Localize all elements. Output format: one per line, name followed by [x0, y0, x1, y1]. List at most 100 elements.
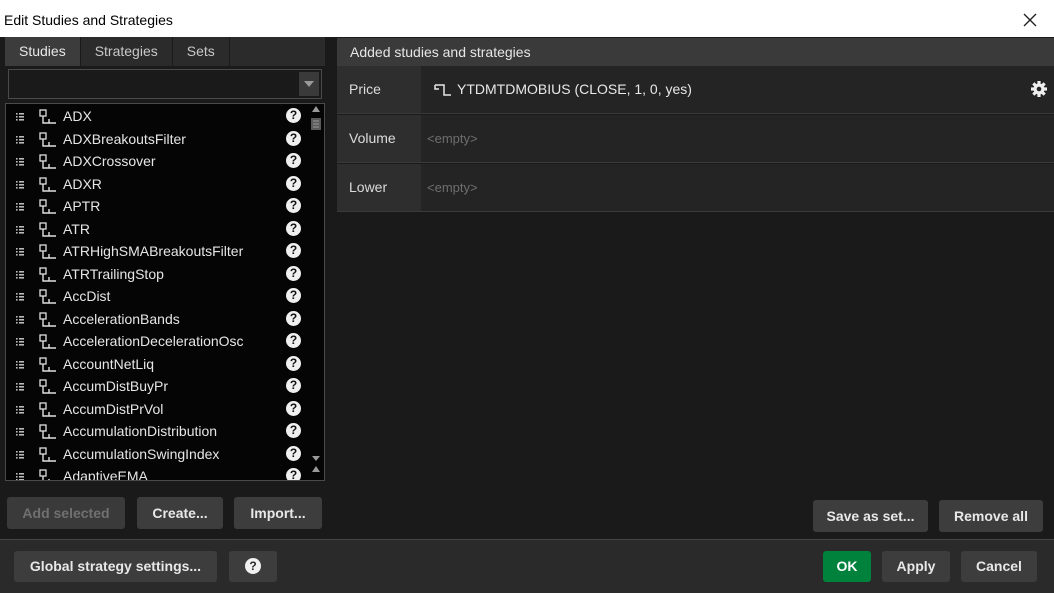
- list-item[interactable]: APTR?: [6, 196, 306, 219]
- save-as-set-button[interactable]: Save as set...: [813, 500, 928, 532]
- drag-handle-icon[interactable]: [16, 293, 24, 301]
- study-name: AccelerationBands: [63, 310, 180, 327]
- drag-handle-icon[interactable]: [16, 383, 24, 391]
- study-script-icon: [39, 379, 56, 394]
- study-script-icon: [39, 289, 56, 304]
- help-button[interactable]: ?: [229, 551, 277, 582]
- global-strategy-settings-button[interactable]: Global strategy settings...: [14, 551, 217, 582]
- question-icon[interactable]: ?: [286, 468, 301, 480]
- studies-panel: Studies Strategies Sets ADX ? ADXBreakou…: [5, 37, 325, 481]
- question-icon[interactable]: ?: [286, 198, 301, 213]
- study-script-icon: [39, 356, 56, 372]
- list-scrollbar[interactable]: [308, 104, 324, 480]
- add-selected-button[interactable]: Add selected: [7, 497, 125, 529]
- list-item[interactable]: AccDist?: [6, 286, 306, 309]
- list-item[interactable]: AccumDistBuyPr?: [6, 376, 306, 399]
- study-name: ATR: [63, 220, 90, 237]
- drag-handle-icon[interactable]: [16, 360, 24, 369]
- ok-button[interactable]: OK: [823, 551, 871, 582]
- question-icon[interactable]: ?: [286, 378, 301, 393]
- list-item[interactable]: AccountNetLiq?: [6, 354, 306, 377]
- study-script-icon: [39, 446, 56, 462]
- drag-handle-icon[interactable]: [16, 135, 24, 144]
- question-icon[interactable]: ?: [286, 288, 301, 303]
- list-item[interactable]: AdaptiveEMA?: [6, 466, 306, 481]
- tab-studies[interactable]: Studies: [5, 37, 81, 66]
- tab-bar: Studies Strategies Sets: [5, 37, 325, 66]
- list-item[interactable]: AccelerationBands?: [6, 309, 306, 332]
- close-icon[interactable]: [1012, 4, 1048, 36]
- list-item[interactable]: ADXR?: [6, 174, 306, 197]
- list-item[interactable]: AccumulationSwingIndex?: [6, 444, 306, 467]
- study-script-icon: [39, 401, 56, 417]
- list-item[interactable]: AccumDistPrVol?: [6, 399, 306, 422]
- cancel-button[interactable]: Cancel: [961, 551, 1037, 582]
- question-icon[interactable]: ?: [286, 220, 301, 236]
- list-item[interactable]: ATRTrailingStop?: [6, 264, 306, 287]
- drag-handle-icon[interactable]: [16, 158, 24, 166]
- pane-label-lower: Lower: [337, 164, 421, 211]
- study-list[interactable]: ADX? ADXBreakoutsFilter? ADXCrossover? ADXR…: [5, 103, 325, 481]
- gear-icon[interactable]: [1030, 80, 1048, 98]
- import-button[interactable]: Import...: [234, 497, 322, 529]
- list-item[interactable]: ATR?: [6, 219, 306, 242]
- drag-handle-icon[interactable]: [16, 405, 24, 414]
- tab-sets[interactable]: Sets: [173, 37, 230, 66]
- title-bar: Edit Studies and Strategies: [0, 0, 1054, 40]
- drag-handle-icon[interactable]: [16, 270, 24, 279]
- study-script-icon: [39, 199, 56, 214]
- study-script-icon: [39, 109, 56, 124]
- study-name: AccountNetLiq: [63, 355, 155, 372]
- chevron-down-icon[interactable]: [299, 72, 319, 96]
- question-icon[interactable]: ?: [286, 310, 301, 326]
- drag-handle-icon[interactable]: [16, 113, 24, 121]
- list-item[interactable]: AccumulationDistribution?: [6, 421, 306, 444]
- list-item[interactable]: AccelerationDecelerationOsc?: [6, 331, 306, 354]
- drag-handle-icon[interactable]: [16, 203, 24, 211]
- list-item[interactable]: ATRHighSMABreakoutsFilter?: [6, 241, 306, 264]
- create-button[interactable]: Create...: [137, 497, 223, 529]
- question-icon[interactable]: ?: [286, 153, 301, 168]
- volume-pane[interactable]: Volume <empty>: [337, 115, 1054, 163]
- study-script-icon: [39, 469, 50, 480]
- drag-handle-icon[interactable]: [16, 473, 24, 481]
- question-icon[interactable]: ?: [286, 355, 301, 371]
- study-name: AccelerationDecelerationOsc: [63, 333, 244, 349]
- added-study-item[interactable]: YTDMTDMOBIUS (CLOSE, 1, 0, yes): [433, 66, 692, 113]
- drag-handle-icon[interactable]: [16, 338, 24, 346]
- question-icon[interactable]: ?: [286, 423, 301, 438]
- added-study-label: YTDMTDMOBIUS (CLOSE, 1, 0, yes): [457, 81, 692, 97]
- question-icon[interactable]: ?: [286, 130, 301, 146]
- list-item[interactable]: ADX?: [6, 106, 306, 129]
- drag-handle-icon[interactable]: [16, 428, 24, 436]
- study-script-icon: [39, 334, 56, 349]
- pane-label-volume: Volume: [337, 115, 421, 162]
- question-icon[interactable]: ?: [286, 445, 301, 461]
- drag-handle-icon[interactable]: [16, 450, 24, 459]
- list-item[interactable]: ADXBreakoutsFilter?: [6, 129, 306, 152]
- apply-button[interactable]: Apply: [882, 551, 950, 582]
- study-name: AdaptiveEMA: [63, 468, 148, 481]
- question-icon[interactable]: ?: [286, 175, 301, 191]
- drag-handle-icon[interactable]: [16, 315, 24, 324]
- question-icon[interactable]: ?: [286, 265, 301, 281]
- search-box: [8, 69, 322, 99]
- drag-handle-icon[interactable]: [16, 180, 24, 189]
- question-icon[interactable]: ?: [286, 333, 301, 348]
- list-item[interactable]: ADXCrossover?: [6, 151, 306, 174]
- price-pane[interactable]: Price YTDMTDMOBIUS (CLOSE, 1, 0, yes): [337, 66, 1054, 114]
- drag-handle-icon[interactable]: [16, 225, 24, 234]
- empty-placeholder: <empty>: [427, 180, 478, 195]
- empty-placeholder: <empty>: [427, 131, 478, 146]
- lower-pane[interactable]: Lower <empty>: [337, 164, 1054, 212]
- tab-strategies[interactable]: Strategies: [81, 37, 173, 66]
- search-input[interactable]: [9, 70, 299, 98]
- study-name: ADX: [63, 108, 92, 124]
- study-script-icon: [39, 311, 56, 327]
- study-script-icon: [39, 424, 56, 439]
- question-icon[interactable]: ?: [286, 243, 301, 258]
- question-icon[interactable]: ?: [286, 400, 301, 416]
- drag-handle-icon[interactable]: [16, 248, 24, 256]
- remove-all-button[interactable]: Remove all: [939, 500, 1043, 532]
- question-icon[interactable]: ?: [286, 108, 301, 123]
